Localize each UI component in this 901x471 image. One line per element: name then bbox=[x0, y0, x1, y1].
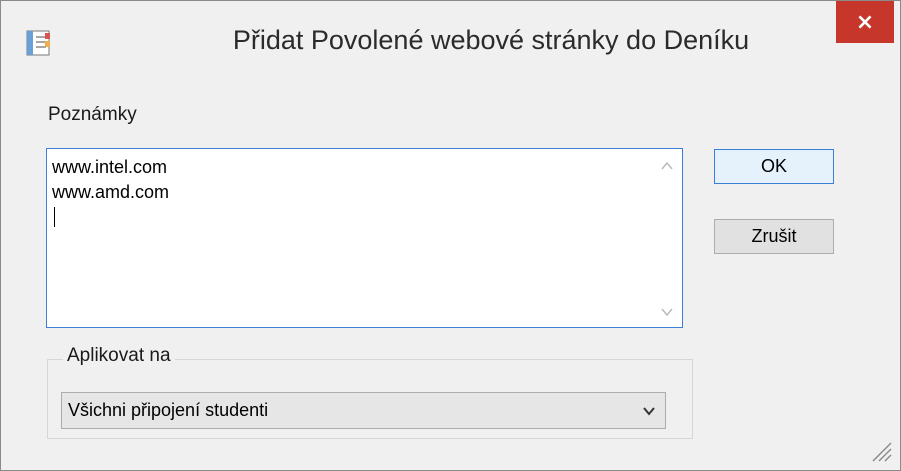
dialog-title: Přidat Povolené webové stránky do Deníku bbox=[232, 25, 750, 55]
apply-to-legend: Aplikovat na bbox=[63, 345, 175, 367]
close-button[interactable]: × bbox=[836, 1, 894, 43]
apply-to-selected-value: Všichni připojení studenti bbox=[68, 400, 269, 420]
notes-textarea[interactable]: www.intel.com www.amd.com bbox=[46, 148, 683, 328]
scroll-up-icon[interactable] bbox=[659, 159, 675, 175]
scroll-down-icon[interactable] bbox=[659, 305, 675, 321]
journal-icon bbox=[26, 30, 50, 56]
apply-to-select[interactable]: Všichni připojení studenti bbox=[61, 392, 666, 429]
dialog-window: Přidat Povolené webové stránky do Deníku… bbox=[0, 0, 901, 471]
chevron-down-icon bbox=[641, 399, 657, 423]
close-icon: × bbox=[855, 9, 875, 35]
cancel-button[interactable]: Zrušit bbox=[714, 219, 834, 254]
resize-grip-icon[interactable] bbox=[867, 437, 893, 463]
notes-label: Poznámky bbox=[48, 104, 137, 125]
title-bar[interactable]: Přidat Povolené webové stránky do Deníku… bbox=[1, 1, 900, 87]
text-caret bbox=[54, 207, 55, 227]
notes-text: www.intel.com www.amd.com bbox=[52, 157, 170, 202]
ok-button[interactable]: OK bbox=[714, 149, 834, 184]
